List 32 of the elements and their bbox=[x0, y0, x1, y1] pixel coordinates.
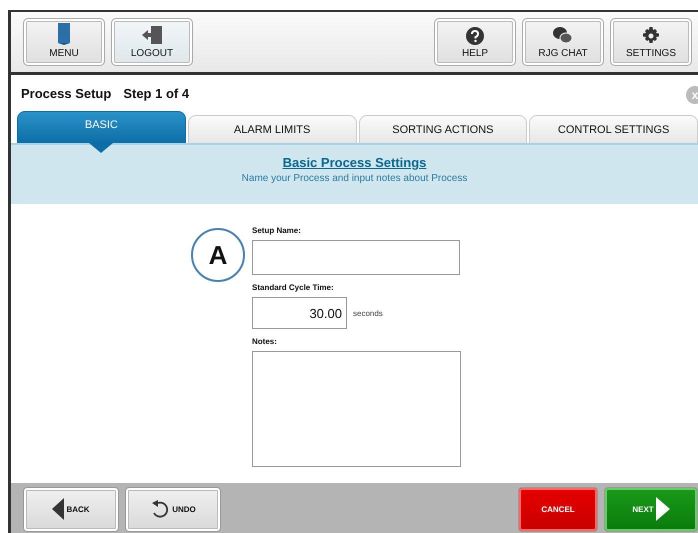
notes-field[interactable] bbox=[252, 351, 461, 467]
chat-button[interactable]: RJG CHAT bbox=[522, 18, 604, 66]
back-button[interactable]: BACK bbox=[23, 486, 119, 532]
help-button[interactable]: HELP bbox=[434, 18, 516, 66]
undo-icon bbox=[150, 499, 170, 519]
page-title: Process Setup bbox=[21, 86, 112, 100]
field-label: Setup Name: bbox=[252, 226, 302, 235]
unit-label: seconds bbox=[353, 308, 383, 318]
logout-button[interactable]: LOGOUT bbox=[111, 18, 193, 66]
tab[interactable]: SORTING ACTIONS bbox=[358, 115, 528, 143]
next-arrow-icon bbox=[656, 497, 670, 521]
panel-icon bbox=[58, 23, 70, 45]
menu-button[interactable]: MENU bbox=[23, 18, 105, 66]
cancel-button[interactable]: CANCEL bbox=[518, 486, 598, 532]
next-button[interactable]: NEXT bbox=[604, 486, 698, 532]
settings-icon bbox=[642, 27, 660, 45]
setup-name-field[interactable] bbox=[252, 240, 460, 275]
section-title: Basic Process Settings bbox=[282, 155, 426, 170]
settings-button[interactable]: SETTINGS bbox=[610, 18, 692, 66]
tab[interactable]: CONTROL SETTINGS bbox=[529, 115, 698, 143]
field-label: Notes: bbox=[252, 337, 278, 346]
undo-button[interactable]: UNDO bbox=[125, 486, 221, 532]
back-arrow-icon bbox=[52, 498, 64, 520]
field-label: Standard Cycle Time: bbox=[252, 283, 335, 292]
callout-marker: A bbox=[191, 228, 245, 282]
tab[interactable]: ALARM LIMITS bbox=[188, 115, 356, 143]
step-indicator: Step 1 of 4 bbox=[123, 86, 190, 100]
logout-icon bbox=[141, 25, 163, 45]
help-icon bbox=[466, 27, 484, 45]
cycle-time-field[interactable]: 30.00 bbox=[252, 297, 347, 329]
section-subtitle: Name your Process and input notes about Process bbox=[242, 173, 468, 184]
chat-icon bbox=[552, 26, 574, 45]
